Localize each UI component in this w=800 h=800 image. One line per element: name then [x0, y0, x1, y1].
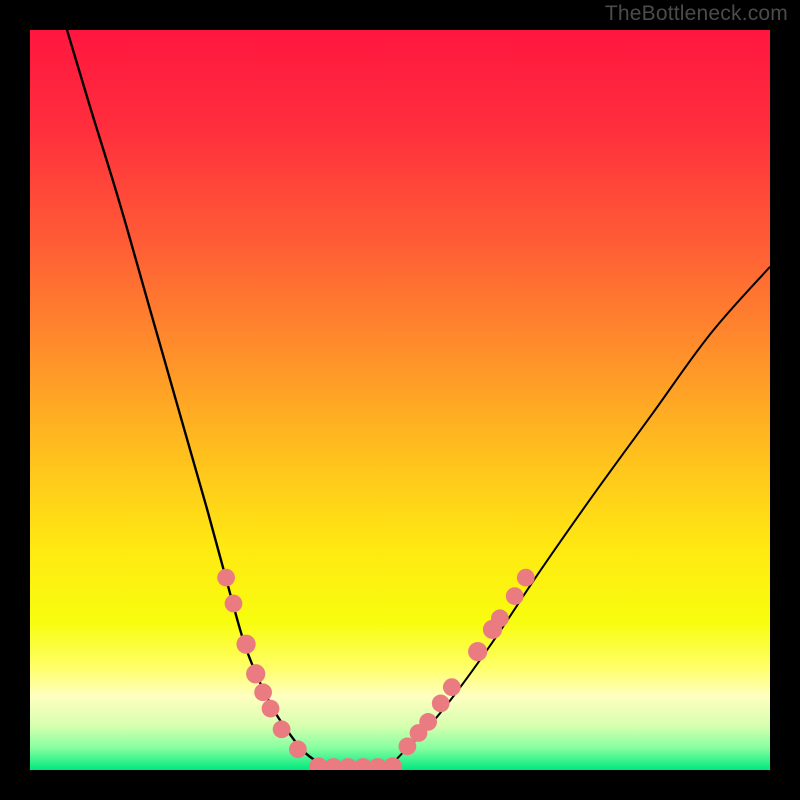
marker-right [506, 587, 524, 605]
marker-right [468, 642, 487, 661]
marker-right [443, 678, 461, 696]
right-branch-curve [378, 267, 770, 770]
marker-left [262, 700, 280, 718]
left-branch-curve [67, 30, 333, 770]
marker-bottom [383, 757, 402, 770]
marker-right [419, 713, 437, 731]
watermark-text: TheBottleneck.com [605, 2, 788, 26]
marker-left [217, 569, 235, 587]
data-markers [217, 569, 534, 770]
plot-area [30, 30, 770, 770]
marker-left [225, 595, 243, 613]
chart-frame: TheBottleneck.com [0, 0, 800, 800]
marker-right [432, 695, 450, 713]
marker-left [254, 683, 272, 701]
marker-right [517, 569, 535, 587]
marker-left [273, 720, 291, 738]
marker-left [236, 635, 255, 654]
marker-left [246, 664, 265, 683]
marker-left [289, 740, 307, 758]
marker-right [491, 609, 509, 627]
curve-layer [30, 30, 770, 770]
